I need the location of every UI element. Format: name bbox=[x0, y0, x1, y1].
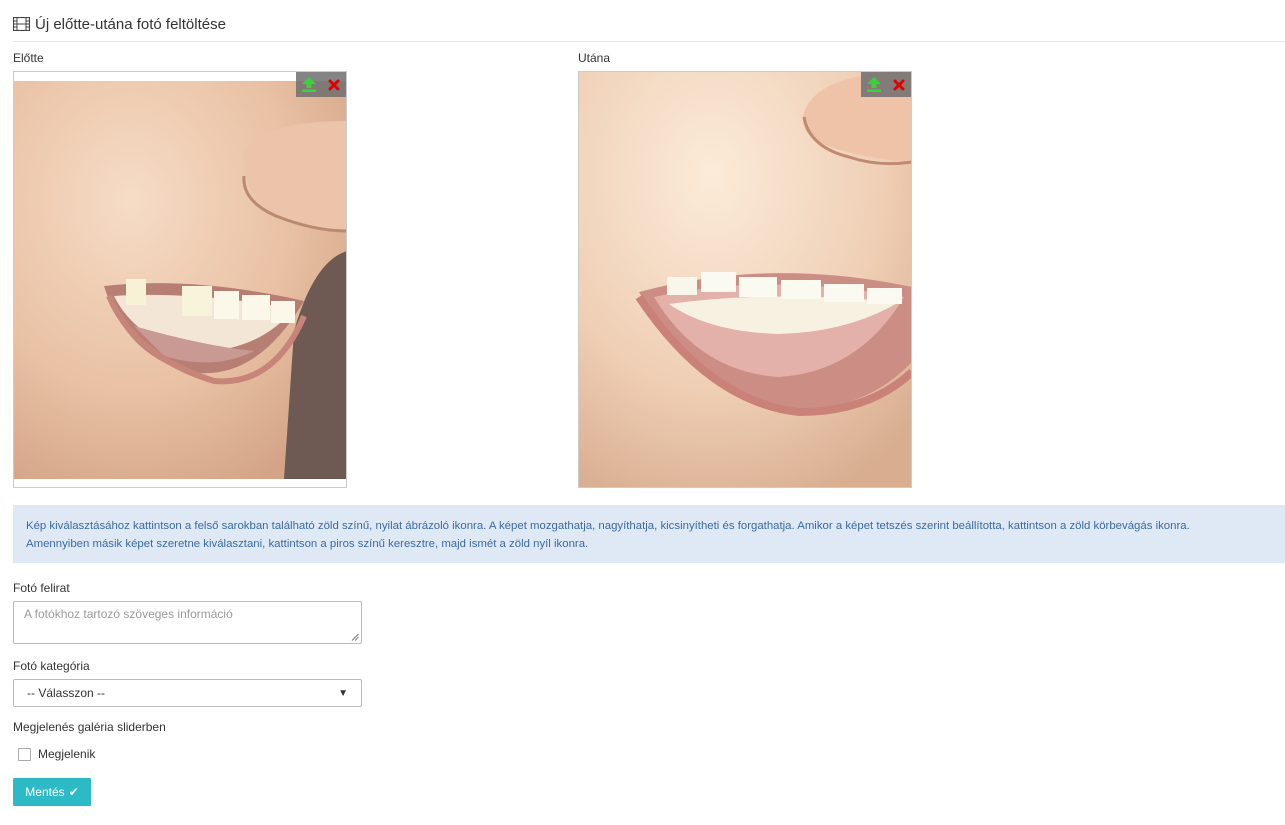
checkmark-icon: ✔ bbox=[68, 785, 79, 799]
resize-grip-icon[interactable] bbox=[351, 633, 359, 641]
dropdown-arrow-icon: ▼ bbox=[338, 687, 348, 699]
caption-label: Fotó felirat bbox=[13, 581, 70, 595]
page-title: Új előtte-utána fotó feltöltése bbox=[35, 15, 226, 33]
film-icon bbox=[12, 16, 31, 32]
remove-x-icon[interactable] bbox=[324, 75, 344, 95]
after-photo-label: Utána bbox=[578, 51, 611, 65]
slider-checkbox-row[interactable]: Megjelenik bbox=[18, 747, 95, 761]
category-select[interactable]: -- Válasszon -- ▼ bbox=[13, 679, 362, 707]
upload-arrow-icon[interactable] bbox=[864, 75, 884, 95]
slider-label: Megjelenés galéria sliderben bbox=[13, 720, 166, 734]
before-photo-label: Előtte bbox=[13, 51, 44, 65]
after-photo-image bbox=[579, 72, 911, 487]
before-photo-toolbar bbox=[296, 72, 346, 97]
after-photo-frame[interactable] bbox=[578, 71, 912, 488]
save-button[interactable]: Mentés ✔ bbox=[13, 778, 91, 806]
category-selected-value: -- Válasszon -- bbox=[27, 686, 106, 700]
info-text-line1: Kép kiválasztásához kattintson a felső s… bbox=[26, 520, 1190, 532]
remove-x-icon[interactable] bbox=[889, 75, 909, 95]
caption-placeholder: A fotókhoz tartozó szöveges információ bbox=[24, 607, 233, 621]
category-label: Fotó kategória bbox=[13, 659, 90, 673]
save-button-label: Mentés bbox=[25, 785, 65, 799]
info-text-line2: Amennyiben másik képet szeretne kiválasz… bbox=[26, 538, 589, 550]
header-divider bbox=[13, 41, 1285, 42]
before-photo-image bbox=[14, 81, 346, 479]
page-header: Új előtte-utána fotó feltöltése bbox=[12, 13, 226, 35]
caption-textarea[interactable]: A fotókhoz tartozó szöveges információ bbox=[13, 601, 362, 644]
slider-checkbox-label: Megjelenik bbox=[38, 747, 96, 761]
info-alert: Kép kiválasztásához kattintson a felső s… bbox=[13, 505, 1285, 563]
after-photo-toolbar bbox=[861, 72, 911, 97]
before-photo-frame[interactable] bbox=[13, 71, 347, 488]
slider-checkbox[interactable] bbox=[18, 747, 31, 761]
upload-arrow-icon[interactable] bbox=[299, 75, 319, 95]
